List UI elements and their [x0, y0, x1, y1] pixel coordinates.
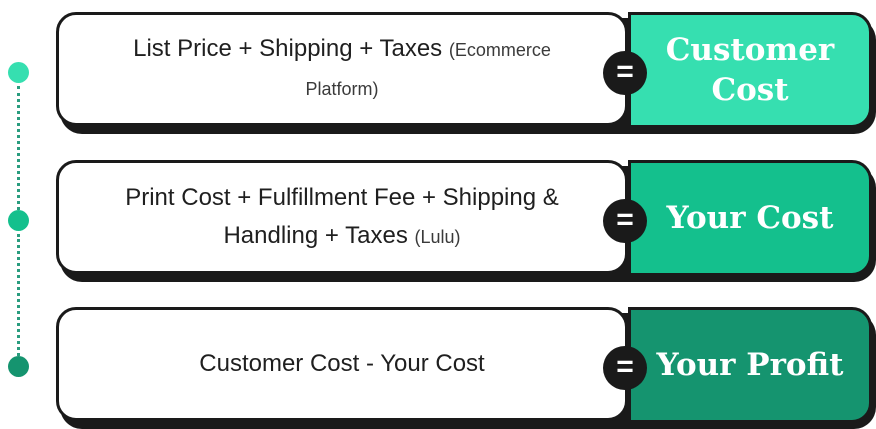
- formula-text: Print Cost + Fulfillment Fee + Shipping …: [125, 183, 559, 249]
- equals-sign: =: [603, 199, 647, 243]
- formula-card: List Price + Shipping + Taxes (Ecommerce…: [56, 12, 628, 126]
- result-box: Customer Cost: [628, 12, 872, 128]
- timeline-connector: [17, 234, 20, 356]
- timeline-dot-your-cost: [8, 210, 29, 231]
- timeline-connector: [17, 86, 20, 210]
- equals-sign: =: [603, 51, 647, 95]
- timeline-dot-your-profit: [8, 356, 29, 377]
- equals-sign: =: [603, 346, 647, 390]
- result-label: Your Cost: [666, 200, 834, 236]
- equation-row-your-cost: Print Cost + Fulfillment Fee + Shipping …: [56, 160, 876, 282]
- formula-card: Customer Cost - Your Cost: [56, 307, 628, 421]
- result-box: Your Cost: [628, 160, 872, 276]
- formula-card: Print Cost + Fulfillment Fee + Shipping …: [56, 160, 628, 274]
- formula-source: (Lulu): [414, 226, 461, 247]
- equation-row-customer-cost: List Price + Shipping + Taxes (Ecommerce…: [56, 12, 876, 134]
- formula-text: List Price + Shipping + Taxes: [133, 35, 443, 62]
- result-label: Your Profit: [656, 347, 844, 383]
- result-label: Customer Cost: [665, 32, 835, 108]
- equation-row-your-profit: Customer Cost - Your Cost = Your Profit: [56, 307, 876, 429]
- result-box: Your Profit: [628, 307, 872, 423]
- formula-text: Customer Cost - Your Cost: [199, 349, 485, 377]
- timeline-dot-customer-cost: [8, 62, 29, 83]
